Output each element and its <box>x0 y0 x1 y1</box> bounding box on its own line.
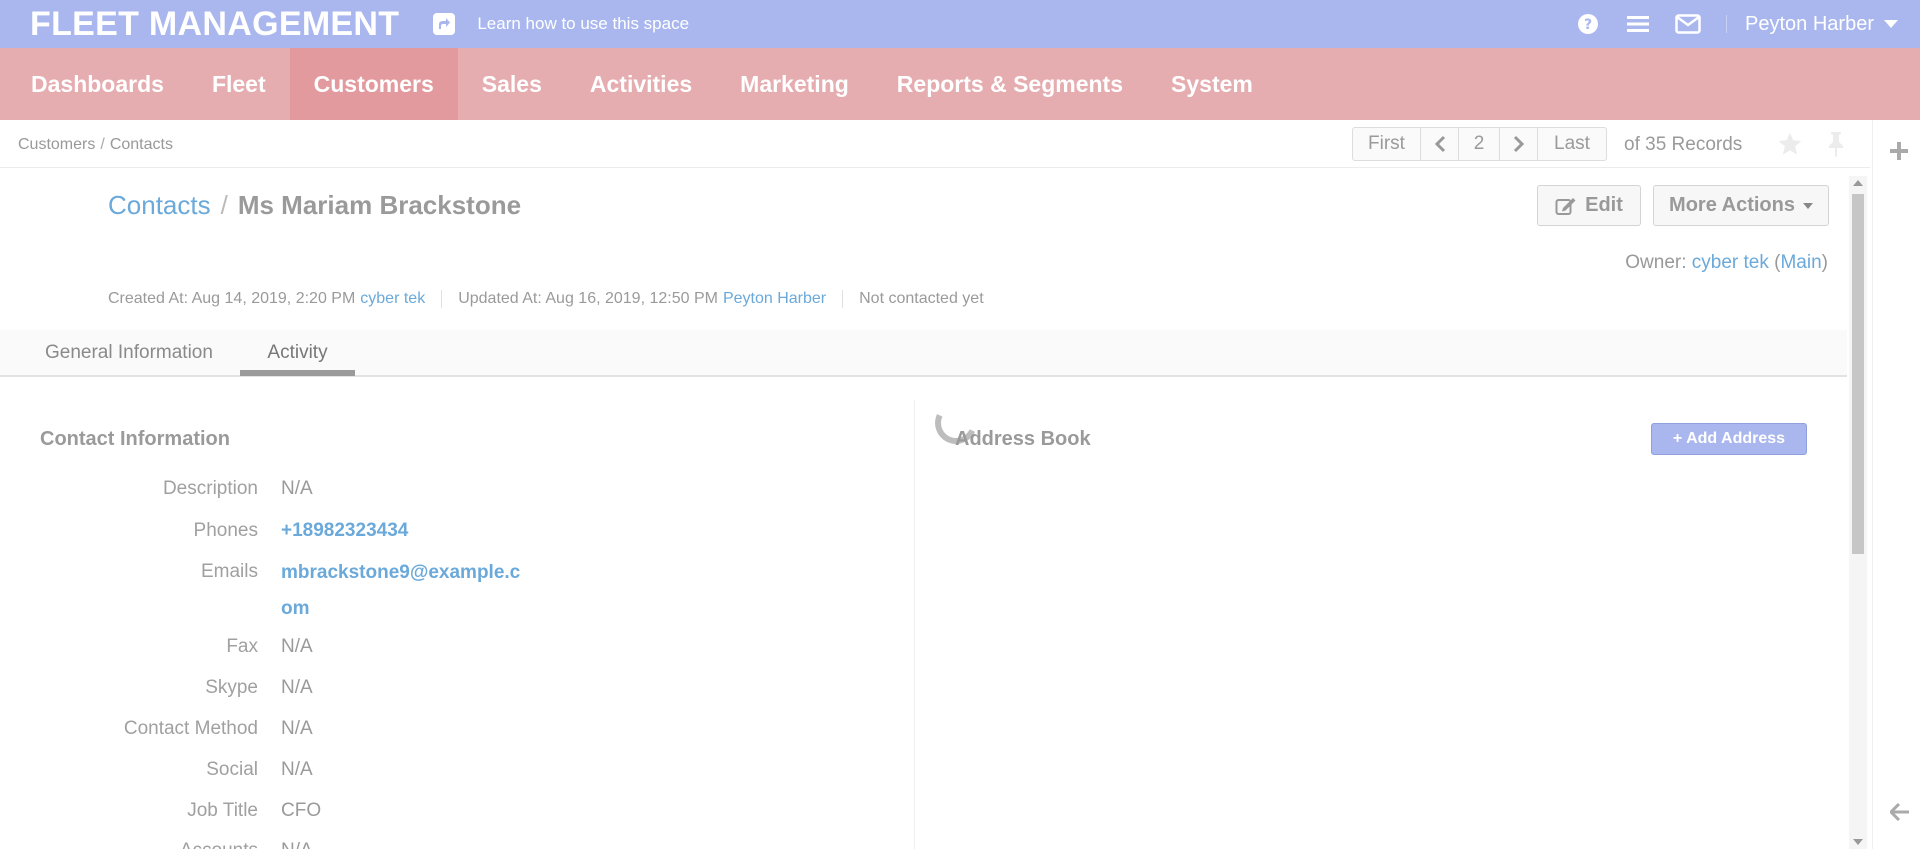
nav-item-fleet[interactable]: Fleet <box>188 48 290 120</box>
tasks-menu-icon[interactable] <box>1618 0 1658 48</box>
title-separator: / <box>220 190 228 220</box>
field-value: N/A <box>281 636 313 657</box>
breadcrumb-separator: / <box>100 136 105 153</box>
nav-item-marketing[interactable]: Marketing <box>716 48 873 120</box>
more-actions-label: More Actions <box>1669 194 1795 216</box>
active-tab-indicator <box>240 370 355 376</box>
owner-label: Owner: <box>1625 252 1687 273</box>
pager-next-button[interactable] <box>1500 128 1538 160</box>
field-label: Contact Method <box>123 718 258 739</box>
pager-last-button[interactable]: Last <box>1538 128 1606 160</box>
phone-link[interactable]: +18982323434 <box>281 520 408 542</box>
breadcrumb-customers[interactable]: Customers <box>18 136 95 153</box>
owner-info: Owner: cyber tek (Main) <box>1625 252 1828 274</box>
column-divider <box>914 400 915 849</box>
field-value: N/A <box>281 759 313 780</box>
field-value: CFO <box>281 800 322 821</box>
updated-by-link[interactable]: Peyton Harber <box>723 290 826 308</box>
svg-text:?: ? <box>1584 17 1592 33</box>
tabs-bar: General Information Activity <box>0 330 1847 377</box>
field-label: Skype <box>205 677 258 698</box>
field-label: Emails <box>200 561 258 582</box>
add-address-button[interactable]: + Add Address <box>1651 423 1807 455</box>
field-value: N/A <box>281 718 313 739</box>
field-label: Description <box>162 478 258 499</box>
chevron-right-icon <box>1513 135 1524 153</box>
created-at: Created At: Aug 14, 2019, 2:20 PM <box>108 290 356 307</box>
star-icon[interactable] <box>1777 131 1803 162</box>
help-icon[interactable]: ? <box>1568 0 1608 48</box>
arrow-left-icon[interactable] <box>1888 802 1910 826</box>
chevron-down-icon <box>1884 20 1898 28</box>
pager-current-page: 2 <box>1459 128 1500 160</box>
record-pager: First 2 Last <box>1352 127 1607 161</box>
edit-button-label: Edit <box>1585 194 1623 216</box>
created-by-link[interactable]: cyber tek <box>360 290 425 308</box>
chevron-left-icon <box>1434 135 1445 153</box>
scroll-down-icon[interactable] <box>1853 839 1863 845</box>
record-name: Ms Mariam Brackstone <box>237 190 522 220</box>
contacts-link[interactable]: Contacts <box>108 190 211 220</box>
nav-item-reports-segments[interactable]: Reports & Segments <box>873 48 1147 120</box>
pin-icon[interactable] <box>1825 131 1847 162</box>
field-value: N/A <box>281 677 313 698</box>
tab-activity[interactable]: Activity <box>240 342 355 364</box>
learn-link[interactable]: Learn how to use this space <box>477 14 689 34</box>
email-link[interactable]: mbrackstone9@example.com <box>281 555 531 627</box>
field-label: Job Title <box>187 800 258 821</box>
edit-button[interactable]: Edit <box>1537 185 1641 226</box>
plus-icon[interactable] <box>1890 142 1908 165</box>
share-icon[interactable] <box>433 13 456 35</box>
field-label: Phones <box>193 520 258 541</box>
nav-item-customers[interactable]: Customers <box>289 48 458 120</box>
field-value: N/A <box>281 478 313 499</box>
content-scrollbar[interactable] <box>1849 176 1867 849</box>
breadcrumb-contacts[interactable]: Contacts <box>110 136 173 153</box>
field-label: Social <box>206 759 258 780</box>
meta-divider <box>842 290 844 308</box>
header-divider <box>1726 15 1728 33</box>
nav-item-dashboards[interactable]: Dashboards <box>0 48 188 120</box>
right-sidebar <box>1872 120 1920 849</box>
nav-item-activities[interactable]: Activities <box>566 48 716 120</box>
user-name: Peyton Harber <box>1745 12 1874 35</box>
meta-divider <box>441 290 443 308</box>
tab-general-information[interactable]: General Information <box>45 342 213 364</box>
field-value: N/A <box>281 840 313 849</box>
field-label: Accounts <box>180 840 258 849</box>
main-nav: Dashboards Fleet Customers Sales Activit… <box>0 48 1920 120</box>
edit-icon <box>1555 197 1576 215</box>
contacted-status: Not contacted yet <box>859 290 984 307</box>
pager-first-button[interactable]: First <box>1353 128 1421 160</box>
nav-item-system[interactable]: System <box>1147 48 1277 120</box>
scroll-up-icon[interactable] <box>1853 180 1863 186</box>
caret-down-icon <box>1802 202 1813 209</box>
mail-icon[interactable] <box>1668 0 1708 48</box>
owner-link[interactable]: cyber tek <box>1692 252 1769 273</box>
scroll-thumb[interactable] <box>1852 194 1864 554</box>
updated-at: Updated At: Aug 16, 2019, 12:50 PM <box>458 290 718 307</box>
pager-prev-button[interactable] <box>1421 128 1459 160</box>
page-title: Contacts / Ms Mariam Brackstone <box>108 190 521 221</box>
breadcrumb: Customers / Contacts <box>18 136 173 154</box>
nav-item-sales[interactable]: Sales <box>458 48 566 120</box>
address-book-title: Address Book <box>955 428 1091 450</box>
records-count: of 35 Records <box>1624 134 1743 155</box>
business-unit-link[interactable]: Main <box>1780 252 1821 273</box>
more-actions-button[interactable]: More Actions <box>1653 185 1829 226</box>
owner-bu-close: ) <box>1821 252 1828 273</box>
user-menu[interactable]: Peyton Harber <box>1745 13 1898 36</box>
header-right: ? Peyton Harber <box>1568 0 1920 48</box>
top-header: FLEET MANAGEMENT Learn how to use this s… <box>0 0 1920 48</box>
contact-information-title: Contact Information <box>40 428 230 450</box>
app-logo[interactable]: FLEET MANAGEMENT <box>30 0 399 48</box>
breadcrumb-bar: Customers / Contacts First 2 Last of 35 Re… <box>0 120 1870 168</box>
record-meta: Created At: Aug 14, 2019, 2:20 PM cyber … <box>108 290 984 308</box>
field-label: Fax <box>226 636 258 657</box>
